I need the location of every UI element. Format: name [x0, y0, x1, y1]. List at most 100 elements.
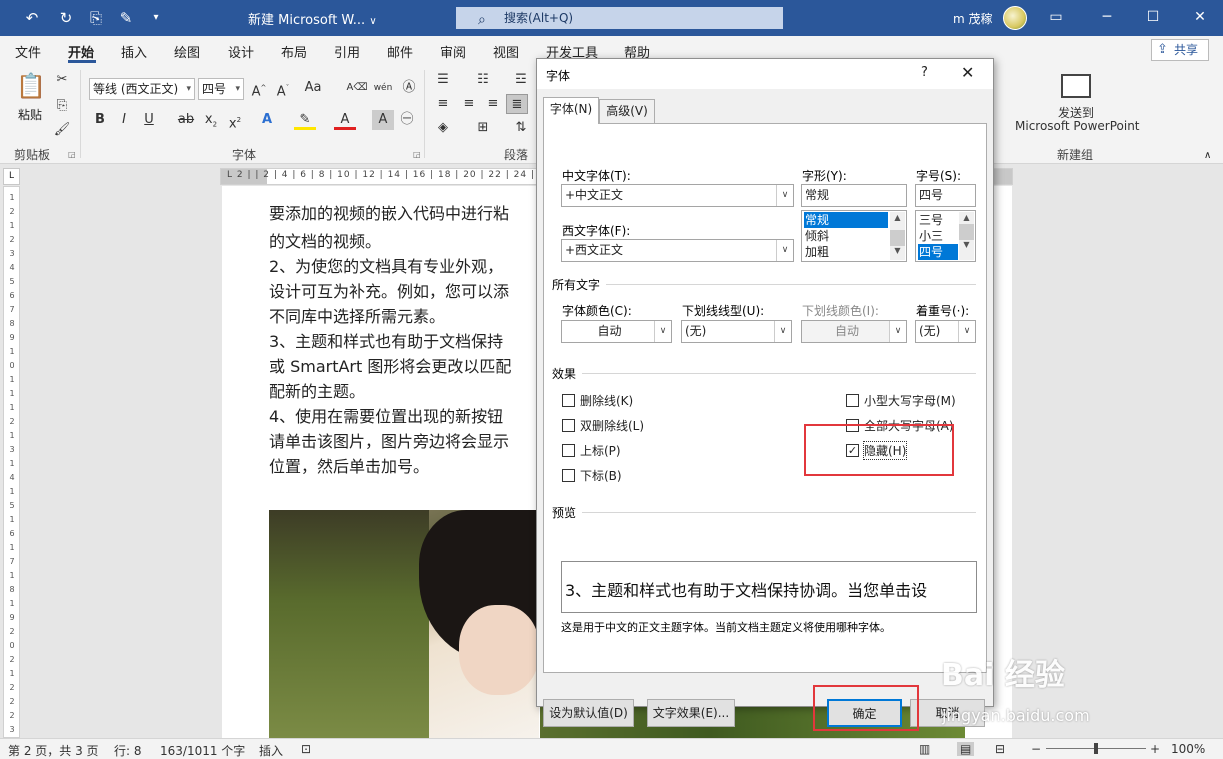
quick-access-icon[interactable]: ⎘ [86, 8, 106, 28]
powerpoint-label[interactable]: Microsoft PowerPoint [1015, 119, 1140, 133]
justify-icon[interactable]: ≣ [506, 94, 528, 114]
align-right-icon[interactable]: ≡ [482, 94, 504, 114]
set-default-button[interactable]: 设为默认值(D) [543, 699, 634, 727]
help-button[interactable]: ? [921, 65, 928, 80]
bold-button[interactable]: B [89, 110, 111, 130]
font-size-input[interactable]: 四号 [915, 184, 976, 207]
tab-selector[interactable]: L [3, 168, 20, 185]
chevron-down-icon[interactable]: ∨ [776, 240, 793, 261]
font-color-combo[interactable]: 自动 ∨ [561, 320, 672, 343]
clear-formatting-icon[interactable]: A⌫ [346, 78, 368, 98]
doc-line[interactable]: 或 SmartArt 图形将会更改以匹配 [269, 353, 511, 377]
web-layout-icon[interactable]: ⊟ [995, 742, 1005, 756]
maximize-icon[interactable]: ☐ [1141, 6, 1165, 28]
scrollbar[interactable]: ▲ ▼ [959, 212, 974, 260]
user-name[interactable]: m 茂稼 [953, 10, 993, 27]
document-photo[interactable] [269, 510, 539, 738]
change-case-icon[interactable]: Aa [302, 78, 324, 98]
zoom-in-icon[interactable]: + [1150, 742, 1160, 756]
grow-font-icon[interactable]: A^ [248, 78, 270, 99]
chevron-down-icon[interactable]: ∨ [958, 321, 975, 342]
vertical-ruler[interactable]: 1 2 1 2 3 4 5 6 7 8 9 10 11 12 13 14 15 … [3, 186, 20, 738]
read-mode-icon[interactable]: ▥ [919, 742, 930, 756]
underline-type-combo[interactable]: (无) ∨ [681, 320, 792, 343]
align-center-icon[interactable]: ≡ [458, 94, 480, 114]
list-item[interactable]: 常规 [804, 212, 888, 228]
line-number[interactable]: 行: 8 [114, 742, 142, 759]
superscript-label[interactable]: 上标(P) [580, 442, 621, 459]
font-size-combo[interactable]: 四号 ▾ [198, 78, 244, 100]
tab-references[interactable]: 引用 [334, 42, 360, 61]
minimize-icon[interactable]: ─ [1095, 6, 1119, 28]
list-item[interactable]: 倾斜 [804, 228, 888, 244]
character-border-icon[interactable]: ㊀ [396, 110, 418, 130]
borders-icon[interactable]: ⊞ [472, 118, 494, 138]
clipboard-launcher-icon[interactable]: ◲ [68, 150, 76, 159]
collapse-ribbon-icon[interactable]: ∧ [1204, 150, 1211, 161]
subscript-checkbox[interactable] [562, 469, 575, 482]
word-count[interactable]: 163/1011 个字 [160, 742, 245, 759]
tab-draw[interactable]: 绘图 [174, 42, 200, 61]
small-caps-checkbox[interactable] [846, 394, 859, 407]
highlight-icon[interactable]: ✎ [294, 110, 316, 130]
tab-insert[interactable]: 插入 [121, 42, 147, 61]
list-item[interactable]: 小三 [918, 228, 958, 244]
doc-line[interactable]: 2、为使您的文档具有专业外观， [269, 253, 503, 277]
font-size-list[interactable]: 三号 小三 四号 ▲ ▼ [915, 210, 976, 262]
tab-mailings[interactable]: 邮件 [387, 42, 413, 61]
avatar[interactable] [1003, 6, 1027, 30]
copy-icon[interactable]: ⎘ [51, 96, 73, 116]
superscript-checkbox[interactable] [562, 444, 575, 457]
search-input[interactable]: ⌕ 搜索(Alt+Q) [456, 7, 783, 29]
cut-icon[interactable]: ✂ [51, 70, 73, 90]
tab-view[interactable]: 视图 [493, 42, 519, 61]
customize-icon[interactable]: ▾ [146, 8, 166, 28]
doc-line[interactable]: 请单击该图片，图片旁边将会显示 [269, 428, 509, 452]
enclose-characters-icon[interactable]: Ⓐ [398, 78, 420, 98]
list-item[interactable]: 四号 [918, 244, 958, 260]
tab-font[interactable]: 字体(N) [543, 97, 599, 124]
doc-line[interactable]: 要添加的视频的嵌入代码中进行粘 [269, 200, 509, 224]
subscript-label[interactable]: 下标(B) [580, 467, 622, 484]
macro-icon[interactable]: ⊡ [301, 742, 311, 756]
text-effects-button[interactable]: 文字效果(E)... [647, 699, 735, 727]
underline-button[interactable]: U [138, 110, 160, 130]
font-style-input[interactable]: 常规 [801, 184, 907, 207]
doc-line[interactable]: 4、使用在需要位置出现的新按钮 [269, 403, 503, 427]
paste-button[interactable]: 粘贴 [18, 106, 42, 123]
dialog-close-icon[interactable]: ✕ [961, 63, 974, 82]
emphasis-combo[interactable]: (无) ∨ [915, 320, 976, 343]
ribbon-options-icon[interactable]: ▭ [1044, 6, 1068, 28]
bullets-icon[interactable]: ☰ [432, 70, 454, 90]
insert-mode[interactable]: 插入 [259, 742, 283, 759]
tab-advanced[interactable]: 高级(V) [599, 99, 655, 123]
tab-review[interactable]: 审阅 [440, 42, 466, 61]
small-caps-label[interactable]: 小型大写字母(M) [864, 392, 956, 409]
tab-design[interactable]: 设计 [228, 42, 254, 61]
document-title[interactable]: 新建 Microsoft W... ∨ [248, 9, 377, 28]
doc-line[interactable]: 位置，然后单击加号。 [269, 453, 429, 477]
undo-icon[interactable]: ↶ [22, 8, 42, 28]
close-icon[interactable]: ✕ [1188, 6, 1212, 28]
font-launcher-icon[interactable]: ◲ [413, 150, 421, 159]
doc-line[interactable]: 3、主题和样式也有助于文档保持 [269, 328, 503, 352]
cn-font-combo[interactable]: +中文正文 ∨ [561, 184, 794, 207]
edit-icon[interactable]: ✎ [116, 8, 136, 28]
redo-icon[interactable]: ↻ [56, 8, 76, 28]
numbering-icon[interactable]: ☷ [472, 70, 494, 90]
double-strikethrough-label[interactable]: 双删除线(L) [580, 417, 644, 434]
italic-button[interactable]: I [113, 110, 135, 130]
doc-line[interactable]: 配新的主题。 [269, 378, 365, 402]
double-strikethrough-checkbox[interactable] [562, 419, 575, 432]
strikethrough-checkbox[interactable] [562, 394, 575, 407]
list-item[interactable]: 加粗 [804, 244, 888, 260]
doc-line[interactable]: 设计可互为补充。例如，您可以添 [269, 278, 509, 302]
text-effects-icon[interactable]: A [256, 110, 278, 130]
tab-layout[interactable]: 布局 [281, 42, 307, 61]
doc-line[interactable]: 不同库中选择所需元素。 [269, 303, 445, 327]
sort-icon[interactable]: ⇅ [510, 118, 532, 138]
shrink-font-icon[interactable]: Aˇ [272, 78, 294, 99]
font-color-icon[interactable]: A [334, 110, 356, 130]
print-layout-icon[interactable]: ▤ [957, 742, 975, 756]
tab-file[interactable]: 文件 [15, 42, 41, 61]
